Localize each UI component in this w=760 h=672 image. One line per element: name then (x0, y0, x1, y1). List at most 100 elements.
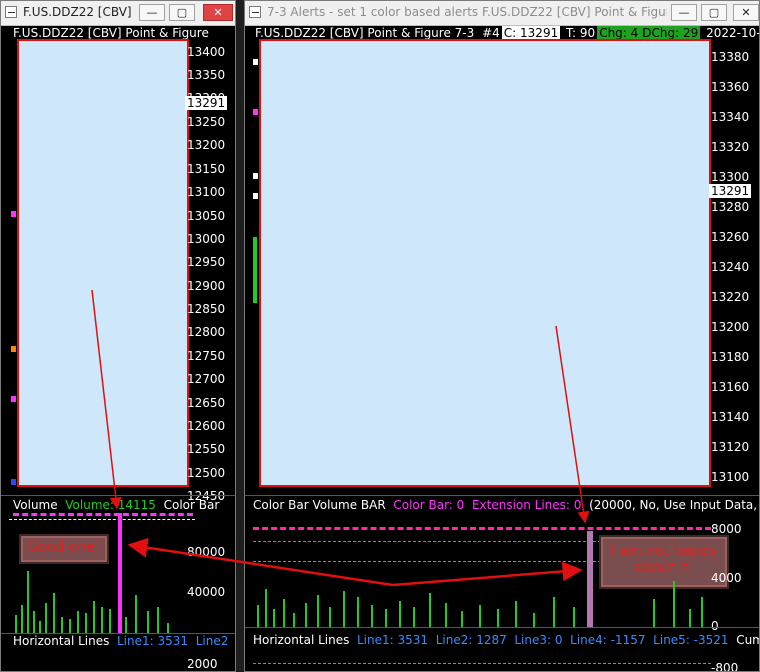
volume-indicator-line: Volume Volume: 14115 Color Bar (13, 498, 219, 512)
bar-marker (253, 109, 258, 115)
hlines-tick: 2000 (187, 657, 218, 671)
hlines-tick: -800 (711, 661, 739, 672)
volume-bar (399, 601, 401, 627)
volume-bar (125, 617, 127, 633)
volume-bar (53, 593, 55, 633)
bar-marker (11, 479, 16, 485)
minimize-button[interactable]: — (139, 4, 165, 21)
volume-bar (27, 571, 29, 633)
color-bar-value: Color Bar: 0 (393, 498, 465, 512)
volume-bar (293, 613, 295, 627)
price-axis: 13400 13350 13300 13291 13250 13200 1315… (183, 39, 235, 503)
volume-bar (69, 619, 71, 633)
close-value: C: 13291 (501, 26, 561, 40)
bar-marker (11, 211, 16, 217)
bar-marker (11, 346, 16, 352)
price-tick: 12950 (187, 255, 226, 269)
volume-axis: 8000 4000 0 (707, 511, 759, 636)
maximize-button[interactable]: ▢ (701, 4, 727, 21)
extension-lines-value: Extension Lines: 0 (471, 498, 582, 512)
title-bar[interactable]: 7-3 Alerts - set 1 color based alerts F.… (245, 1, 759, 26)
hline-2: Line2 (195, 634, 229, 648)
volume-label: Volume (13, 498, 58, 512)
close-button[interactable]: ✕ (203, 4, 233, 21)
volume-bars (253, 561, 711, 627)
volume-bar (61, 617, 63, 633)
price-tick: 13180 (711, 350, 750, 364)
ticks-value: T: 90 (566, 26, 596, 40)
volume-bar (673, 581, 675, 627)
horizontal-lines-indicator: Horizontal Lines Line1: 3531 Line2 (13, 634, 228, 648)
price-tick: 13320 (711, 140, 750, 154)
hline-5: Line5: -3521 (653, 633, 729, 647)
volume-bar (101, 607, 103, 633)
horizontal-level-line (13, 513, 193, 516)
minimize-button[interactable]: — (671, 4, 697, 21)
volume-params: (20000, No, Use Input Data, Volum (589, 498, 759, 512)
volume-bar (445, 603, 447, 627)
volume-tick: 80000 (187, 545, 226, 559)
volume-bar (157, 607, 159, 633)
maximize-button[interactable]: ▢ (169, 4, 195, 21)
pane-separator (245, 627, 759, 628)
hlines-label: Horizontal Lines (13, 634, 110, 648)
bar-marker (253, 173, 258, 179)
price-tick: 12900 (187, 279, 226, 293)
volume-bar (283, 599, 285, 627)
price-tick: 13120 (711, 440, 750, 454)
volume-bar (317, 595, 319, 627)
volume-bar (553, 597, 555, 627)
horizontal-lines-indicator: Horizontal Lines Line1: 3531 Line2: 1287… (253, 633, 759, 647)
horizontal-level-line (253, 527, 711, 530)
hlines-axis: -800 (707, 651, 759, 672)
volume-bar (461, 611, 463, 627)
price-tick: 13200 (711, 320, 750, 334)
price-tick: 13350 (187, 68, 226, 82)
volume-bar (109, 609, 111, 633)
window-title: 7-3 Alerts - set 1 color based alerts F.… (267, 5, 667, 19)
window-icon (5, 6, 17, 18)
price-axis: 13380 13360 13340 13320 13300 13291 1328… (707, 39, 759, 495)
price-tick: 12500 (187, 466, 226, 480)
volume-bar (701, 597, 703, 627)
title-bar[interactable]: F.US.DDZ22 [CBV] — ▢ ✕ (1, 1, 235, 26)
volume-bar (21, 605, 23, 633)
volume-bar (167, 623, 169, 633)
current-price-label: 13291 (185, 96, 228, 110)
volume-bar (429, 593, 431, 627)
price-tick: 13300 (711, 170, 750, 184)
volume-bar (515, 601, 517, 627)
close-button[interactable]: ✕ (733, 4, 759, 21)
price-tick: 13160 (711, 380, 750, 394)
bar-number: #4 (482, 26, 500, 40)
horizontal-level-line (9, 519, 195, 520)
volume-bar (305, 603, 307, 627)
chart-window-2: 7-3 Alerts - set 1 color based alerts F.… (244, 0, 760, 672)
volume-bar (343, 591, 345, 627)
candle (253, 237, 257, 303)
price-tick: 13340 (711, 110, 750, 124)
color-bar-volume-label: Color Bar Volume BAR (253, 498, 386, 512)
price-tick: 13050 (187, 209, 226, 223)
price-tick: 13400 (187, 45, 226, 59)
price-tick: 12800 (187, 325, 226, 339)
datetime-label: 2022-10-31 11:59 (706, 26, 759, 40)
volume-bar (533, 613, 535, 627)
price-tick: 13250 (187, 115, 226, 129)
pane-separator (1, 495, 235, 496)
volume-tick: 0 (711, 619, 719, 633)
volume-bar (689, 609, 691, 627)
volume-bar (273, 609, 275, 627)
price-tick: 13280 (711, 200, 750, 214)
price-tick: 12750 (187, 349, 226, 363)
price-tick: 13260 (711, 230, 750, 244)
window-icon (249, 6, 261, 18)
volume-value: Volume: 14115 (65, 498, 156, 512)
hline-2: Line2: 1287 (435, 633, 507, 647)
volume-bar (257, 605, 259, 627)
price-tick: 13150 (187, 162, 226, 176)
chart-header: F.US.DDZ22 [CBV] Point & Figure 7-3 #4 C:… (253, 26, 759, 40)
hlines-axis: 2000 (183, 651, 235, 671)
bar-marker (11, 396, 16, 402)
symbol-label: F.US.DDZ22 [CBV] Point & Figure 7-3 (255, 26, 475, 40)
